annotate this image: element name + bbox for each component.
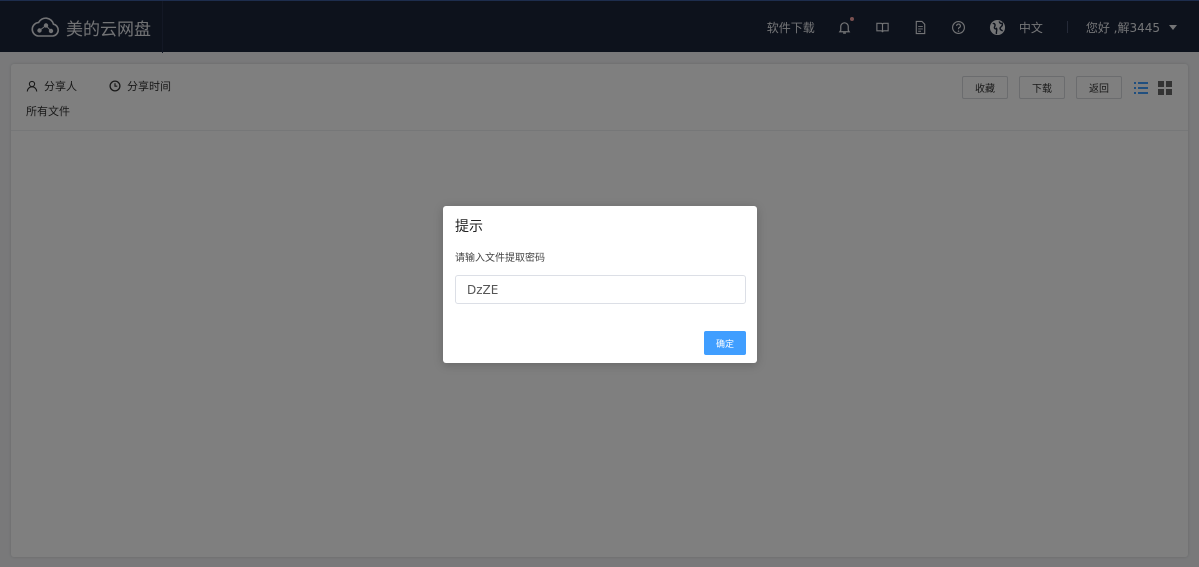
dialog-title: 提示 (455, 219, 483, 235)
dialog-message: 请输入文件提取密码 (455, 253, 545, 264)
confirm-button[interactable]: 确定 (704, 331, 746, 355)
password-dialog: 提示 请输入文件提取密码 确定 (443, 206, 757, 363)
extract-password-input[interactable] (455, 275, 746, 304)
